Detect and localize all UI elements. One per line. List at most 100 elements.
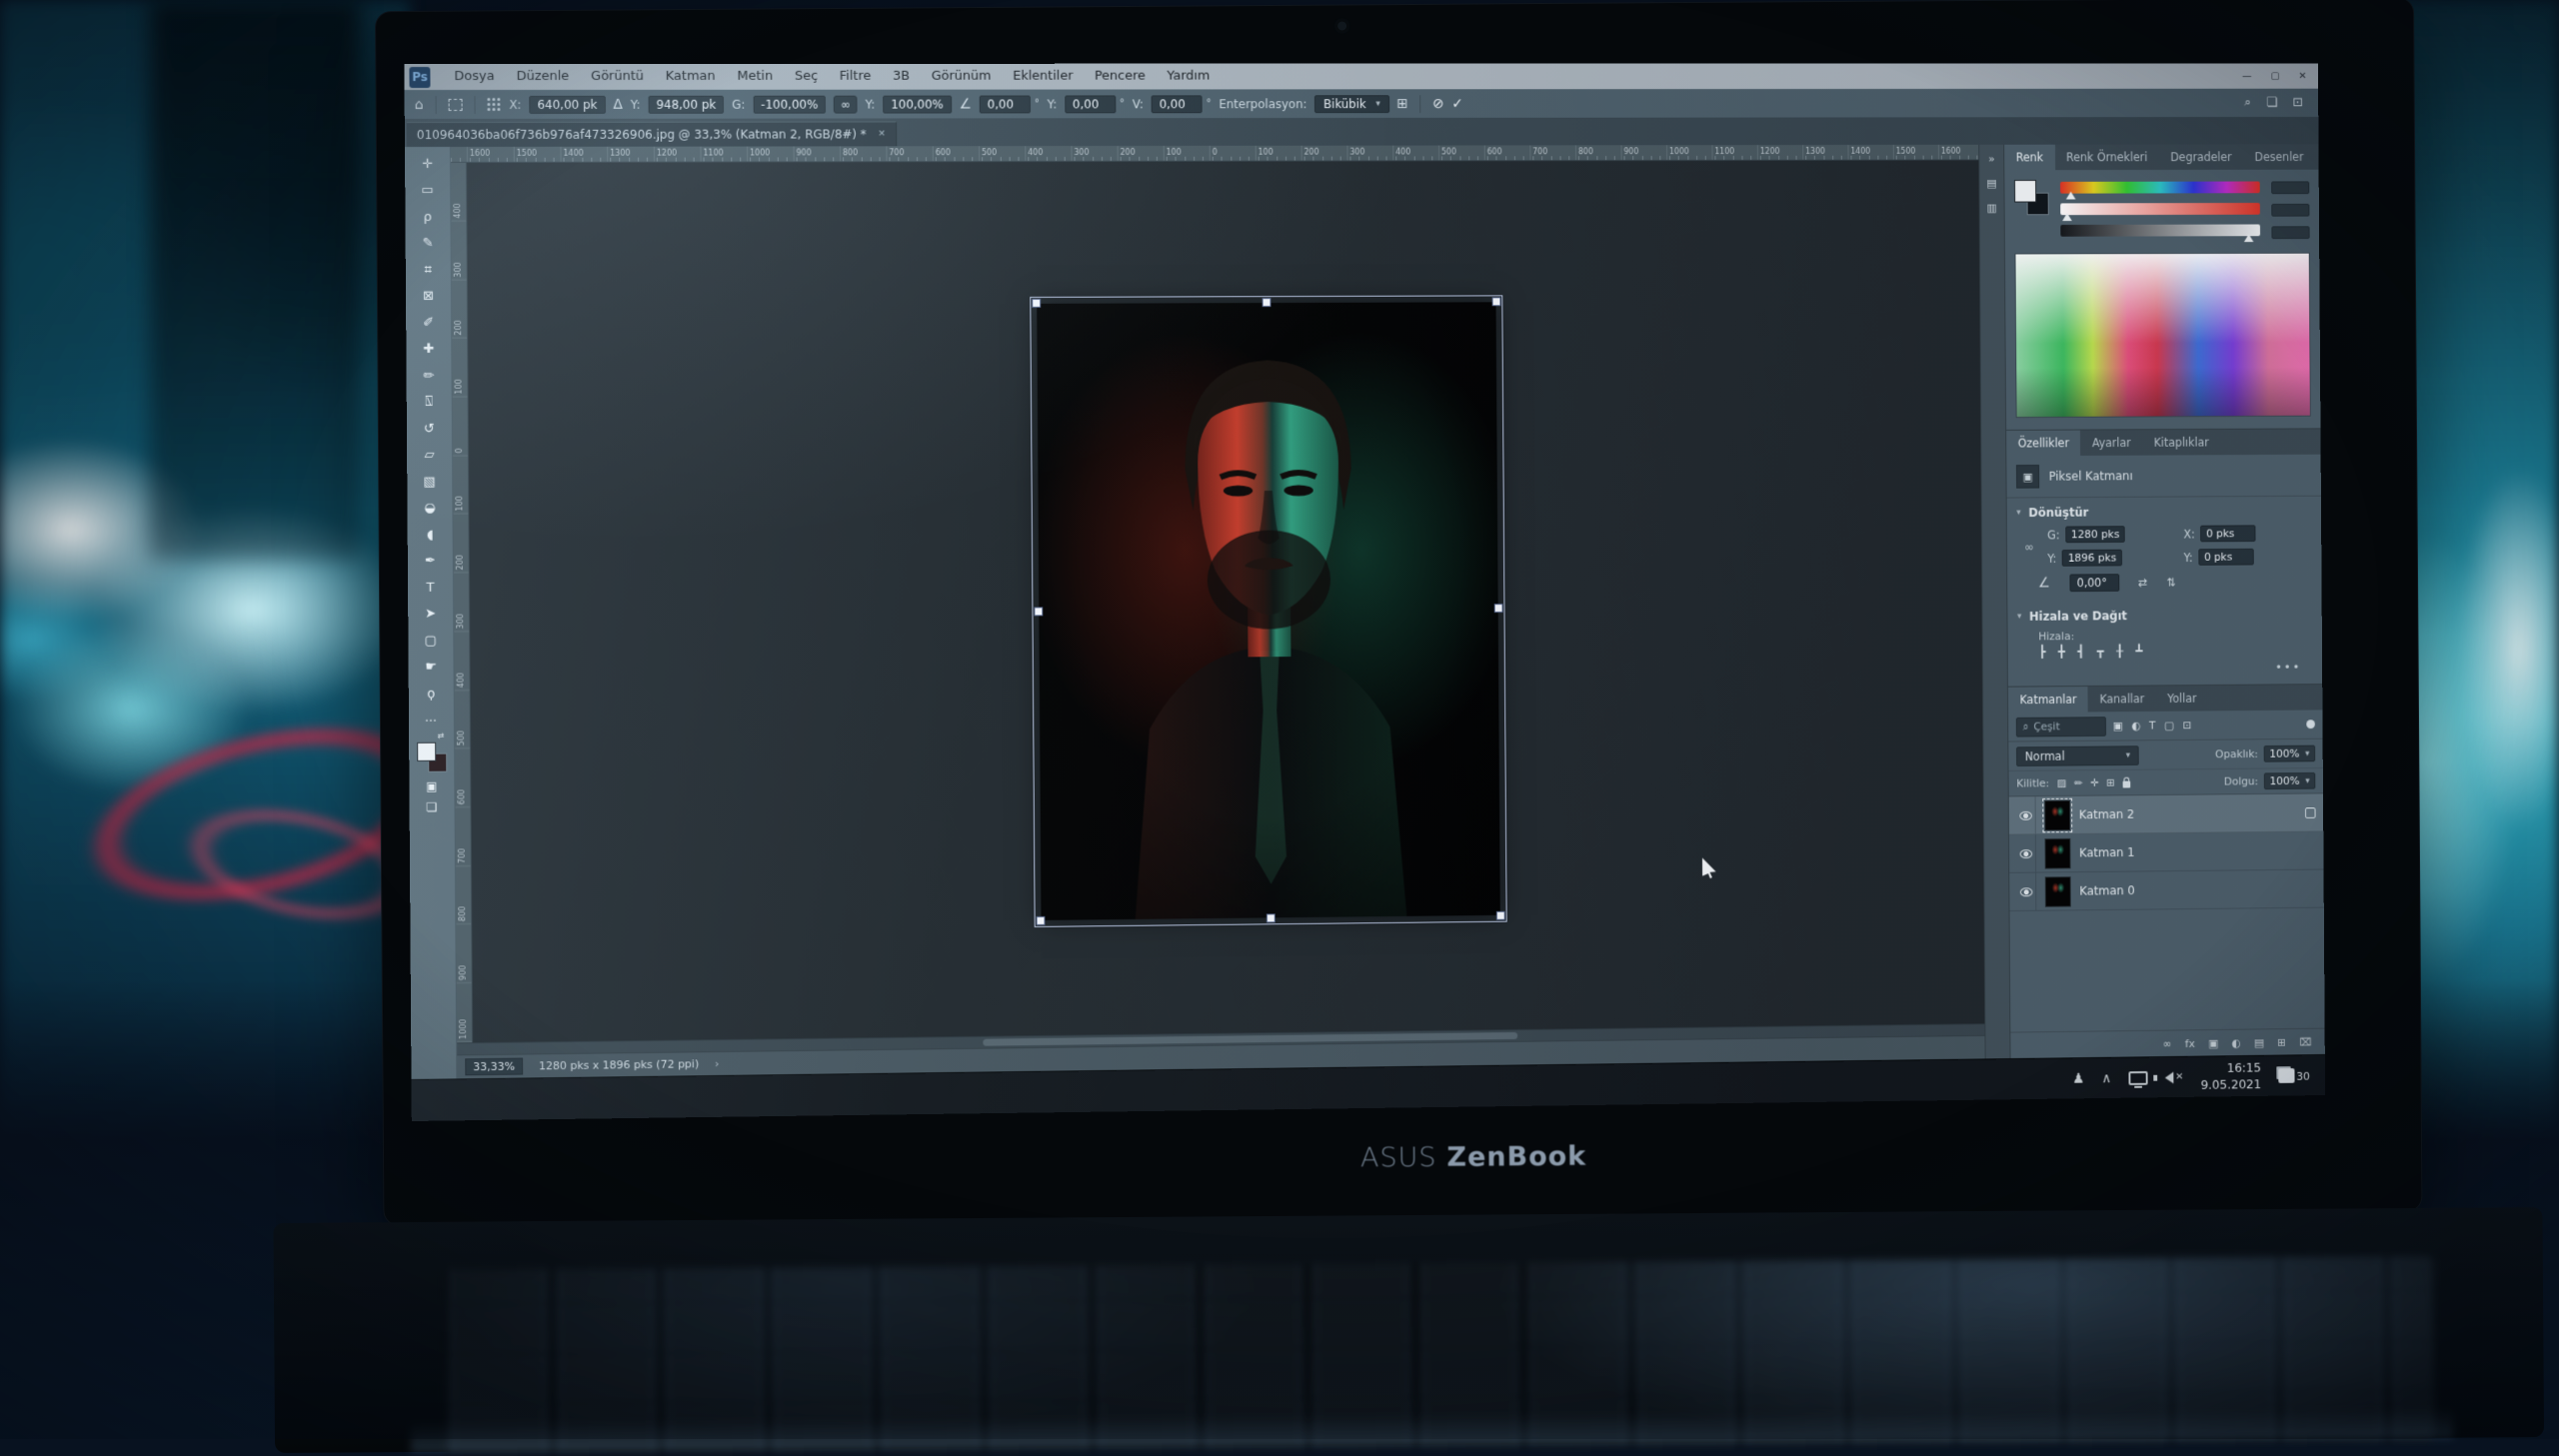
dodge-tool[interactable]: ◖ <box>408 522 453 549</box>
options-bar-icon[interactable]: ⌕ <box>2244 96 2251 111</box>
gradient-tool[interactable]: ▧ <box>407 469 452 496</box>
type-tool[interactable]: T <box>408 575 453 602</box>
opacity-select[interactable]: 100% ▾ <box>2264 745 2316 762</box>
transform-tool-icon[interactable] <box>448 98 462 110</box>
v-skew-field[interactable]: 0,00 <box>1152 95 1203 113</box>
hue-slider[interactable] <box>2060 181 2260 193</box>
new-layer-icon[interactable]: ⊞ <box>2277 1035 2286 1048</box>
align-button[interactable]: ┻ <box>2135 644 2142 658</box>
height-scale-field[interactable]: 100,00% <box>883 95 952 113</box>
warp-mode-icon[interactable]: ⊞ <box>1396 97 1408 111</box>
filter-type-layers-icon[interactable]: T <box>2149 720 2156 732</box>
menu-item[interactable]: Eklentiler <box>1002 64 1084 90</box>
tab-kanallar[interactable]: Kanallar <box>2088 686 2156 712</box>
menu-item[interactable]: Görünüm <box>921 64 1003 90</box>
display-tray-icon[interactable] <box>2128 1070 2147 1084</box>
tab-renk-ornekleri[interactable]: Renk Örnekleri <box>2054 145 2158 171</box>
quick-selection-tool[interactable]: ✎ <box>406 230 451 257</box>
lock-artboard-icon[interactable]: ⊞ <box>2106 776 2115 788</box>
rotate-angle-field[interactable]: 0,00 <box>980 95 1031 113</box>
reference-point-locator[interactable] <box>487 97 501 111</box>
menu-item[interactable]: Dosya <box>443 64 505 90</box>
layer-thumbnail[interactable] <box>2044 799 2070 830</box>
healing-brush-tool[interactable]: ✚ <box>406 336 451 363</box>
quick-mask-icon[interactable]: ▣ <box>426 778 437 792</box>
layer-thumbnail[interactable] <box>2045 876 2071 907</box>
brightness-value-field[interactable] <box>2271 226 2309 239</box>
rotation-field[interactable]: 0,00° <box>2069 574 2119 592</box>
delete-layer-icon[interactable]: ⌧ <box>2299 1035 2311 1048</box>
color-picker-gradient[interactable] <box>2015 253 2311 418</box>
transform-handle[interactable] <box>1496 911 1505 920</box>
color-panel-swatches[interactable] <box>2014 180 2049 215</box>
layer-row[interactable]: Katman 1 <box>2009 831 2324 872</box>
zoom-tool[interactable]: ϙ <box>409 681 454 708</box>
foreground-color-swatch[interactable] <box>417 741 436 760</box>
chevron-down-icon[interactable]: ▾ <box>2017 612 2021 622</box>
h-skew-field[interactable]: 0,00 <box>1065 95 1116 113</box>
y-field[interactable]: 0 pks <box>2198 549 2253 566</box>
window-control-button[interactable]: — <box>2242 71 2252 82</box>
lock-position-icon[interactable]: ✛ <box>2090 776 2099 788</box>
adjustment-layer-icon[interactable]: ◐ <box>2231 1036 2240 1049</box>
filter-pixel-layers-icon[interactable]: ▣ <box>2113 720 2123 732</box>
canvas-area[interactable] <box>467 160 1984 1042</box>
notification-center-icon[interactable]: 30 <box>2278 1068 2310 1083</box>
menu-item[interactable]: 3B <box>882 64 921 90</box>
tab-katmanlar[interactable]: Katmanlar <box>2008 687 2088 713</box>
more-options-icon[interactable]: ••• <box>2008 661 2322 687</box>
eraser-tool[interactable]: ▱ <box>407 442 452 469</box>
link-layers-icon[interactable]: ∞ <box>2163 1037 2172 1050</box>
menu-item[interactable]: Katman <box>655 64 727 90</box>
tab-degradeler[interactable]: Degradeler <box>2159 144 2244 170</box>
window-control-button[interactable]: ▢ <box>2270 71 2279 82</box>
brush-tool[interactable]: ✏ <box>406 363 451 390</box>
visibility-eye-icon[interactable] <box>2020 849 2033 858</box>
flip-vertical-icon[interactable]: ⇅ <box>2166 576 2175 590</box>
brightness-slider[interactable] <box>2060 224 2260 236</box>
transform-handle[interactable] <box>1267 913 1276 922</box>
tab-ozellikler[interactable]: Özellikler <box>2006 431 2080 457</box>
layer-row[interactable]: Katman 0 <box>2009 870 2324 912</box>
people-tray-icon[interactable]: ♟ <box>2072 1070 2084 1086</box>
photoshop-logo-icon[interactable]: Ps <box>409 66 430 87</box>
tab-yollar[interactable]: Yollar <box>2156 686 2208 712</box>
info-panel-icon[interactable]: ▥ <box>1987 202 1997 215</box>
filter-shape-layers-icon[interactable]: ▢ <box>2164 720 2174 732</box>
delta-toggle-icon[interactable]: Δ <box>613 97 623 111</box>
hidden-icons-chevron[interactable]: ∧ <box>2101 1070 2111 1086</box>
status-chevron-icon[interactable]: › <box>715 1057 719 1070</box>
transform-handle[interactable] <box>1032 299 1041 308</box>
layer-thumbnail[interactable] <box>2044 837 2070 868</box>
align-button[interactable]: ╂ <box>2116 645 2123 659</box>
cancel-transform-button[interactable]: ⊘ <box>1432 96 1444 112</box>
history-panel-icon[interactable]: ▤ <box>1986 177 1996 190</box>
fill-select[interactable]: 100% ▾ <box>2264 772 2316 789</box>
transform-handle[interactable] <box>1263 298 1272 307</box>
x-position-field[interactable]: 640,00 pk <box>529 95 605 113</box>
menu-item[interactable]: Görüntü <box>580 64 655 90</box>
options-bar-icon[interactable]: ❏ <box>2266 96 2277 111</box>
link-dimensions-icon[interactable]: ∞ <box>834 95 858 113</box>
tab-renk[interactable]: Renk <box>2004 145 2055 171</box>
link-dimensions-icon[interactable]: ∞ <box>2024 540 2038 554</box>
align-button[interactable]: ┳ <box>2096 645 2103 659</box>
clone-stamp-tool[interactable]: ⍂ <box>407 389 452 416</box>
pen-tool[interactable]: ✒ <box>408 548 453 575</box>
width-field[interactable]: 1280 pks <box>2065 526 2125 543</box>
saturation-slider[interactable] <box>2060 203 2260 215</box>
document-canvas[interactable] <box>1037 302 1500 920</box>
tab-kitapliklar[interactable]: Kitaplıklar <box>2142 430 2220 456</box>
saturation-value-field[interactable] <box>2271 204 2309 217</box>
lock-all-icon[interactable] <box>2122 781 2130 788</box>
close-tab-icon[interactable]: ✕ <box>878 129 886 139</box>
blend-mode-select[interactable]: Normal ▾ <box>2016 745 2139 766</box>
menu-item[interactable]: Filtre <box>829 64 882 90</box>
layer-row[interactable]: Katman 2 <box>2009 793 2324 834</box>
blur-tool[interactable]: ◒ <box>407 495 452 522</box>
screen-mode-icon[interactable]: ❏ <box>427 799 438 813</box>
hand-tool[interactable]: ☛ <box>409 654 454 681</box>
layer-filter-search[interactable]: ⌕ Çeşit <box>2016 717 2106 736</box>
add-mask-icon[interactable]: ▣ <box>2208 1036 2218 1049</box>
frame-tool[interactable]: ⊠ <box>406 283 451 310</box>
